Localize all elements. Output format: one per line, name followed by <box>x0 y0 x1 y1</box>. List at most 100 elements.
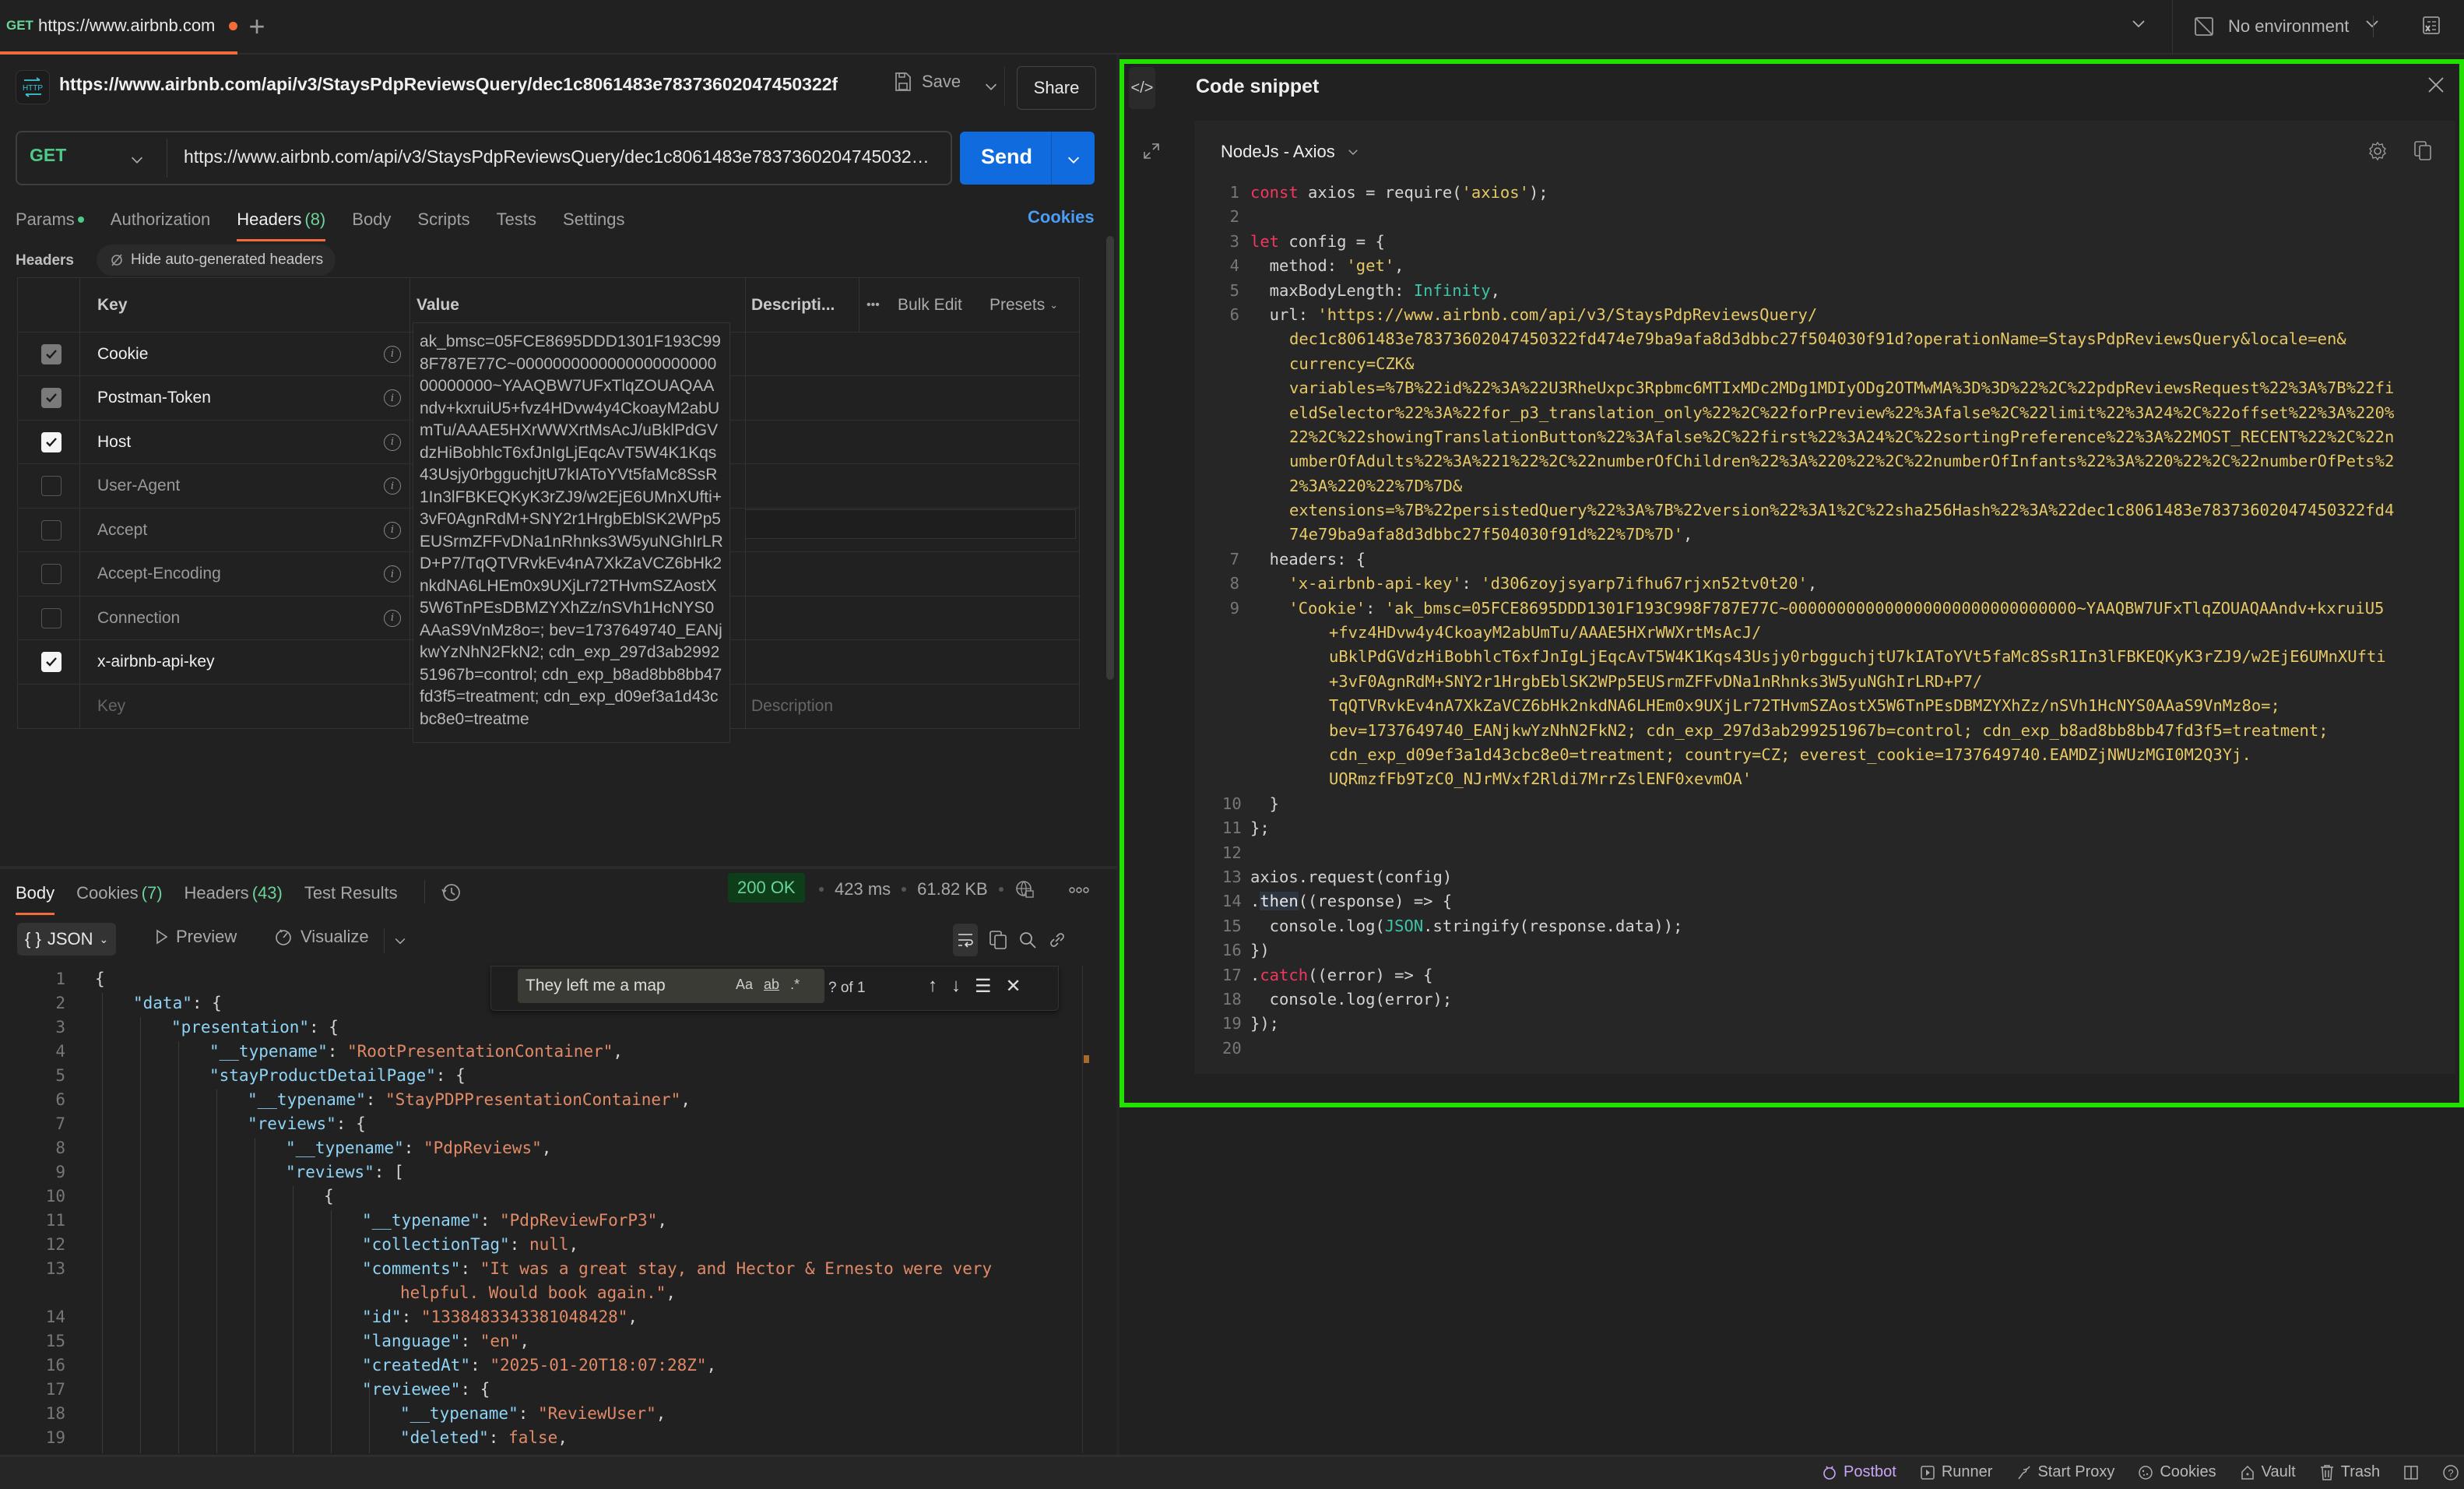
info-icon[interactable]: i <box>384 433 401 451</box>
preview-button[interactable]: Preview <box>156 927 237 947</box>
match-whole-word-toggle[interactable]: ab <box>764 977 779 993</box>
request-tab[interactable]: GET https://www.airbnb.com <box>0 0 237 55</box>
bulk-edit-button[interactable]: Bulk Edit <box>898 278 962 332</box>
match-case-toggle[interactable]: Aa <box>736 977 753 993</box>
environment-variables-icon[interactable] <box>2421 16 2441 36</box>
url-input[interactable]: https://www.airbnb.com/api/v3/StaysPdpRe… <box>184 146 939 167</box>
presets-dropdown[interactable]: Presets ⌄ <box>989 278 1058 332</box>
statusbar-cookies[interactable]: Cookies <box>2138 1463 2216 1481</box>
new-key-input[interactable]: Key <box>97 685 125 728</box>
header-key[interactable]: Cookie <box>97 333 148 375</box>
environment-selector[interactable]: No environment <box>2194 11 2349 42</box>
tabs-overflow-chevron-down-icon[interactable] <box>2129 14 2148 33</box>
tab-label: Params <box>16 209 75 229</box>
search-icon[interactable] <box>1018 931 1037 949</box>
format-select[interactable]: { } JSON ⌄ <box>17 923 117 956</box>
tab-authorization[interactable]: Authorization <box>111 206 210 234</box>
statusbar-postbot[interactable]: Postbot <box>1822 1463 1896 1481</box>
tab-params[interactable]: Params <box>16 206 84 234</box>
scrollbar[interactable] <box>1082 966 1083 1453</box>
gear-icon[interactable] <box>2367 140 2388 162</box>
scrollbar[interactable] <box>1106 236 1114 680</box>
tab-settings[interactable]: Settings <box>563 206 625 234</box>
copy-icon[interactable] <box>2413 140 2434 162</box>
new-tab-button[interactable]: + <box>241 11 272 42</box>
info-icon[interactable]: i <box>384 565 401 583</box>
two-pane-layout-icon[interactable] <box>2403 1465 2419 1480</box>
method-select[interactable]: GET <box>30 145 66 166</box>
more-options-icon[interactable]: ••• <box>866 278 880 332</box>
send-options-chevron-down-icon[interactable] <box>1065 151 1082 168</box>
cookie-value-editor[interactable]: ak_bmsc=05FCE8695DDD1301F193C998F787E77C… <box>413 322 730 743</box>
statusbar-start-proxy[interactable]: Start Proxy <box>2016 1463 2114 1481</box>
environment-chevron-down-icon[interactable] <box>2363 14 2381 33</box>
tab-test-results[interactable]: Test Results <box>304 879 398 907</box>
find-in-selection-icon[interactable]: ☰ <box>975 975 992 998</box>
visualize-chevron-down-icon[interactable] <box>392 933 408 949</box>
header-enabled-checkbox[interactable] <box>41 607 62 628</box>
save-options-chevron-down-icon[interactable] <box>982 78 1000 95</box>
header-enabled-checkbox[interactable] <box>41 652 62 672</box>
header-key[interactable]: Accept-Encoding <box>97 553 221 596</box>
header-key[interactable]: Connection <box>97 597 180 639</box>
hide-auto-generated-headers-button[interactable]: Hide auto-generated headers <box>97 245 336 276</box>
tab-response-headers[interactable]: Headers (43) <box>185 879 283 907</box>
history-icon[interactable] <box>441 882 462 903</box>
tab-tests[interactable]: Tests <box>497 206 536 234</box>
header-key[interactable]: Host <box>97 421 131 463</box>
arrow-up-icon[interactable]: ↑ <box>928 975 937 998</box>
header-key[interactable]: Postman-Token <box>97 377 211 420</box>
regex-toggle[interactable]: .* <box>790 977 800 993</box>
expand-icon[interactable] <box>1143 143 1160 160</box>
pane-splitter[interactable] <box>0 866 1116 869</box>
pane-splitter[interactable] <box>1116 55 1120 1456</box>
statusbar-vault[interactable]: Vault <box>2240 1463 2296 1481</box>
info-icon[interactable]: i <box>384 521 401 539</box>
send-label[interactable]: Send <box>981 145 1032 169</box>
visualize-button[interactable]: Visualize <box>274 927 369 947</box>
arrow-down-icon[interactable]: ↓ <box>951 975 961 998</box>
description-input[interactable] <box>745 509 1076 539</box>
info-icon[interactable]: i <box>384 389 401 407</box>
statusbar-runner[interactable]: Runner <box>1920 1463 1992 1481</box>
tab-scripts[interactable]: Scripts <box>417 206 469 234</box>
header-key[interactable]: Accept <box>97 509 147 551</box>
info-icon[interactable]: i <box>384 345 401 363</box>
header-enabled-checkbox[interactable] <box>41 388 62 408</box>
header-enabled-checkbox[interactable] <box>41 476 62 496</box>
cookies-link[interactable]: Cookies <box>1028 207 1095 227</box>
response-body-editor[interactable]: 1 {2 "data": {3 "presentation": {4 "__typena… <box>17 966 1088 1453</box>
tab-response-cookies[interactable]: Cookies (7) <box>76 879 162 907</box>
help-icon[interactable]: ? <box>2442 1464 2459 1481</box>
close-icon[interactable] <box>2427 76 2445 93</box>
tab-body[interactable]: Body <box>352 206 391 234</box>
language-select[interactable]: NodeJs - Axios <box>1221 142 1360 162</box>
header-enabled-checkbox[interactable] <box>41 431 62 452</box>
statusbar-trash[interactable]: Trash <box>2319 1463 2380 1481</box>
header-key[interactable]: User-Agent <box>97 465 180 508</box>
method-chevron-down-icon[interactable] <box>128 151 146 168</box>
share-button[interactable]: Share <box>1017 66 1096 110</box>
code-icon[interactable]: </> <box>1129 67 1155 109</box>
header-key[interactable]: x-airbnb-api-key <box>97 641 215 684</box>
info-icon[interactable]: i <box>384 609 401 627</box>
header-enabled-checkbox[interactable] <box>41 564 62 584</box>
more-options-icon[interactable] <box>1069 886 1089 894</box>
header-enabled-checkbox[interactable] <box>41 343 62 364</box>
response-time[interactable]: 423 ms <box>835 879 891 899</box>
link-icon[interactable] <box>1048 931 1067 949</box>
save-button[interactable]: Save <box>894 72 961 92</box>
status-badge[interactable]: 200 OK <box>728 873 805 903</box>
request-title[interactable]: https://www.airbnb.com/api/v3/StaysPdpRe… <box>59 74 838 95</box>
copy-icon[interactable] <box>989 930 1007 950</box>
info-icon[interactable]: i <box>384 477 401 495</box>
header-enabled-checkbox[interactable] <box>41 519 62 540</box>
new-description-input[interactable]: Description <box>751 685 833 728</box>
network-lock-icon[interactable] <box>1014 879 1035 899</box>
response-size[interactable]: 61.82 KB <box>917 879 988 899</box>
tab-response-body[interactable]: Body <box>16 879 55 915</box>
code-snippet-editor[interactable]: 1 const axios = require('axios'); 2 3 let co… <box>1222 181 2452 1061</box>
close-icon[interactable]: ✕ <box>1006 975 1021 998</box>
tab-headers[interactable]: Headers (8) <box>237 206 326 241</box>
wrap-lines-icon[interactable] <box>953 924 978 956</box>
